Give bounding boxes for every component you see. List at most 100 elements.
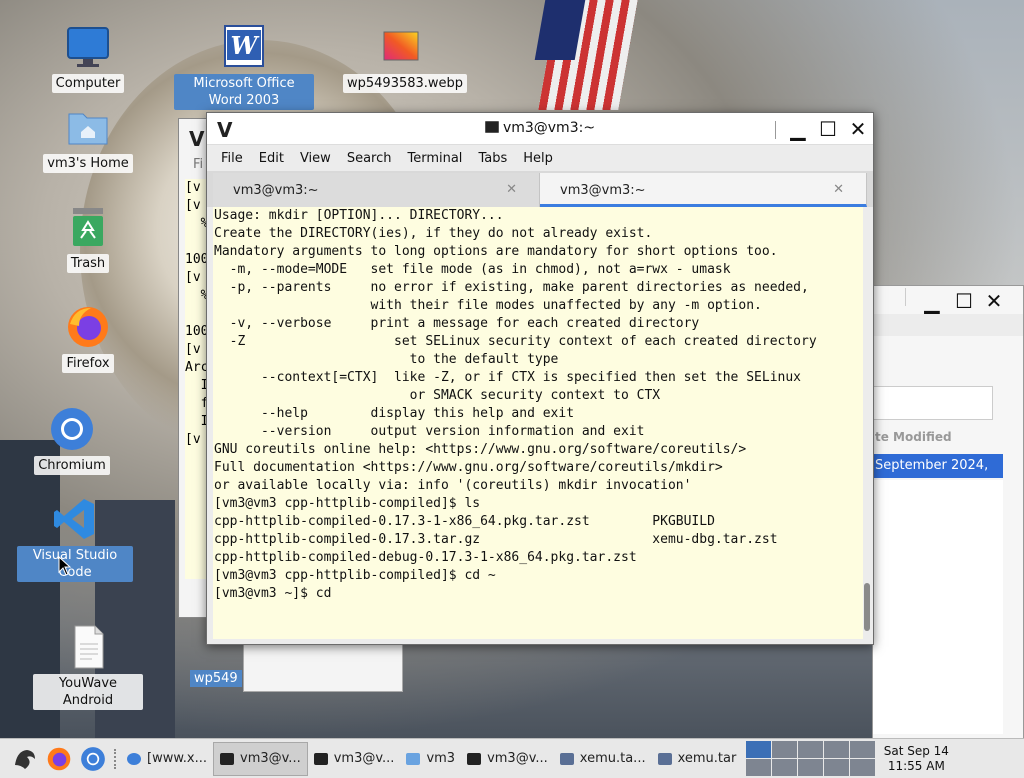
desktop-icon-wallpaper-file[interactable]: wp5493583.webp	[343, 24, 468, 93]
tab-close-icon[interactable]: ✕	[833, 182, 844, 197]
maximize-icon[interactable]: ☐	[951, 289, 977, 313]
desktop-icon-youwave[interactable]: YouWave Android	[33, 624, 143, 710]
desktop-icon-word[interactable]: W Microsoft Office Word 2003	[174, 24, 314, 110]
folder-icon	[406, 752, 421, 765]
path-field[interactable]	[873, 386, 993, 420]
taskbar-task-label: xemu.tar	[677, 751, 737, 766]
monitor-icon	[65, 24, 111, 70]
selected-file-row[interactable]: September 2024, ...	[873, 454, 1003, 488]
gnu-logo-icon	[15, 749, 35, 769]
taskbar-task-4[interactable]: vm3	[400, 742, 461, 776]
maximize-icon[interactable]: ☐	[815, 117, 841, 141]
taskbar-task-5[interactable]: vm3@v...	[461, 742, 554, 776]
menu-help[interactable]: Help	[515, 151, 561, 166]
tab-label: vm3@vm3:~	[233, 183, 319, 198]
minimize-icon[interactable]: ▁	[919, 290, 945, 314]
chromium-icon	[127, 752, 141, 765]
taskbar-task-3[interactable]: vm3@v...	[308, 742, 401, 776]
workspace-6[interactable]	[746, 759, 772, 776]
tab-terminal-1[interactable]: vm3@vm3:~ ✕	[213, 173, 540, 207]
taskbar-task-7[interactable]: xemu.tar	[652, 742, 743, 776]
scrollbar-thumb[interactable]	[864, 583, 870, 631]
launcher-chromium[interactable]	[76, 742, 110, 776]
taskbar-task-2[interactable]: vm3@v...	[213, 741, 308, 776]
menu-terminal[interactable]: Terminal	[399, 151, 470, 166]
terminal-titlebar[interactable]: V vm3@vm3:~ ▁ ☐ ✕	[207, 113, 873, 145]
terminal-line: cpp-httplib-compiled-0.17.3.tar.gz xemu-…	[214, 532, 778, 547]
separator	[114, 748, 117, 769]
menu-view[interactable]: View	[292, 151, 339, 166]
desktop-icon-label: Microsoft Office Word 2003	[174, 74, 314, 110]
menu-bar: File Edit View Search Terminal Tabs Help	[207, 145, 873, 171]
tab-bar: vm3@vm3:~ ✕ vm3@vm3:~ ✕	[207, 171, 873, 207]
taskbar-task-1[interactable]: [www.x...	[121, 742, 213, 776]
terminal-line: or SMACK security context to CTX	[214, 388, 661, 403]
minimize-icon[interactable]: ▁	[785, 117, 811, 141]
terminal-icon	[220, 752, 234, 765]
menu-search[interactable]: Search	[339, 151, 400, 166]
menu-tabs[interactable]: Tabs	[470, 151, 515, 166]
desktop-icon-chromium[interactable]: Chromium	[17, 406, 127, 475]
terminal-scrollbar[interactable]	[863, 209, 871, 637]
taskbar-task-label: vm3	[426, 751, 456, 766]
desktop-icon-firefox[interactable]: Firefox	[33, 304, 143, 373]
terminal-line: cpp-httplib-compiled-debug-0.17.3-1-x86_…	[214, 550, 637, 565]
workspace-7[interactable]	[772, 759, 798, 776]
terminal-output[interactable]: Usage: mkdir [OPTION]... DIRECTORY... Cre…	[213, 207, 863, 639]
workspace-1[interactable]	[746, 741, 772, 758]
close-icon[interactable]: ✕	[981, 289, 1007, 313]
launcher-firefox[interactable]	[42, 742, 76, 776]
taskbar-task-label: vm3@v...	[240, 751, 301, 766]
desktop-icon-vscode[interactable]: Visual Studio Code	[17, 496, 133, 582]
workspace-5[interactable]	[850, 741, 876, 758]
window-title: vm3@vm3:~	[207, 120, 873, 136]
chromium-icon	[49, 406, 95, 452]
toolbar	[873, 314, 1023, 336]
column-header-date-modified[interactable]: te Modified	[873, 430, 1003, 450]
taskbar-task-label: vm3@v...	[333, 751, 395, 766]
terminal-line: -p, --parents no error if existing, make…	[214, 280, 809, 295]
firefox-icon	[47, 747, 71, 770]
terminal-line: -m, --mode=MODE set file mode (as in chm…	[214, 262, 731, 277]
terminal-line: Mandatory arguments to long options are …	[214, 244, 778, 259]
terminal-line: -Z set SELinux security context of each …	[214, 334, 817, 349]
document-icon	[65, 624, 111, 670]
tab-close-icon[interactable]: ✕	[506, 182, 517, 197]
tab-terminal-2[interactable]: vm3@vm3:~ ✕	[540, 173, 867, 207]
svg-text:W: W	[231, 31, 260, 60]
app-menu-button[interactable]	[8, 742, 42, 776]
desktop-icon-label: Firefox	[62, 354, 114, 373]
terminal-line: [vm3@vm3 ~]$ cd	[214, 586, 332, 601]
taskbar-task-6[interactable]: xemu.ta...	[554, 742, 652, 776]
close-icon[interactable]: ✕	[845, 117, 871, 141]
terminal-line: cpp-httplib-compiled-0.17.3-1-x86_64.pkg…	[214, 514, 715, 529]
tab-label: vm3@vm3:~	[560, 183, 646, 198]
word-document-icon: W	[221, 24, 267, 70]
desktop-icon-computer[interactable]: Computer	[33, 24, 143, 93]
mouse-cursor	[58, 555, 72, 580]
background-file-manager-window[interactable]: ▁ ☐ ✕ te Modified September 2024, ...	[872, 285, 1024, 740]
workspace-9[interactable]	[824, 759, 850, 776]
task-list: [www.x... vm3@v... vm3@v... vm3 vm3@v... xemu…	[121, 741, 743, 776]
workspace-4[interactable]	[824, 741, 850, 758]
desktop-icon-home[interactable]: vm3's Home	[33, 104, 143, 173]
workspace-8[interactable]	[798, 759, 824, 776]
taskbar-task-label: [www.x...	[147, 751, 207, 766]
menu-edit[interactable]: Edit	[251, 151, 292, 166]
terminal-line: [vm3@vm3 cpp-httplib-compiled]$ ls	[214, 496, 481, 511]
app-logo: V	[189, 127, 205, 151]
workspace-10[interactable]	[850, 759, 876, 776]
terminal-line: --help display this help and exit	[214, 406, 575, 421]
trash-icon	[65, 204, 111, 250]
menu-file[interactable]: File	[213, 151, 251, 166]
workspace-pager[interactable]	[746, 741, 876, 776]
workspace-3[interactable]	[798, 741, 824, 758]
terminal-line: Create the DIRECTORY(ies), if they do no…	[214, 226, 653, 241]
desktop-icon-label-fragment: wp549	[190, 670, 242, 687]
desktop-icon-trash[interactable]: Trash	[33, 204, 143, 273]
terminal-line: with their file modes unaffected by any …	[214, 298, 762, 313]
workspace-2[interactable]	[772, 741, 798, 758]
terminal-window[interactable]: V vm3@vm3:~ ▁ ☐ ✕ File Edit View Search …	[206, 112, 874, 645]
clock[interactable]: Sat Sep 14 11:55 AM	[881, 744, 951, 774]
terminal-line: --context[=CTX] like -Z, or if CTX is sp…	[214, 370, 801, 385]
